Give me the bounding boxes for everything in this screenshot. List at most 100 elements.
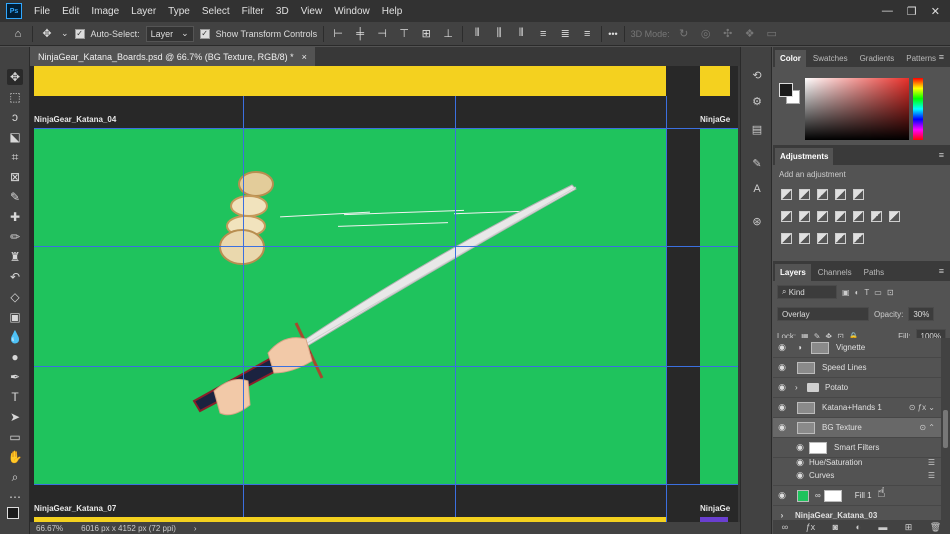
eye-icon[interactable]: ◉ [773, 422, 791, 433]
hue-saturation-icon[interactable] [799, 211, 810, 222]
close-tab-icon[interactable]: × [302, 52, 307, 62]
menu-help[interactable]: Help [376, 6, 409, 17]
menu-view[interactable]: View [295, 6, 329, 17]
new-layer-icon[interactable]: ⊞ [905, 522, 913, 533]
distribute-center-icon[interactable]: ⫼ [491, 26, 507, 42]
right-artboard[interactable] [700, 128, 740, 484]
libraries-panel-icon[interactable]: ▤ [749, 121, 765, 137]
guide-vertical[interactable] [455, 96, 456, 522]
filter-row[interactable]: ◉ Curves ☰ [773, 466, 941, 486]
dodge-tool-icon[interactable]: ● [7, 349, 23, 365]
align-left-icon[interactable]: ⊢ [330, 26, 346, 42]
healing-brush-tool-icon[interactable]: ✚ [7, 209, 23, 225]
layer-mask-thumbnail[interactable] [823, 489, 842, 502]
blur-tool-icon[interactable]: 💧 [7, 329, 23, 345]
move-tool-icon[interactable]: ✥ [7, 69, 23, 85]
gradient-map-triangle-icon[interactable] [853, 189, 864, 200]
align-center-icon[interactable]: ╪ [352, 26, 368, 42]
chevron-right-icon[interactable]: › [773, 511, 791, 520]
filter-shape-icon[interactable]: ▭ [874, 288, 882, 297]
posterize-icon[interactable] [799, 233, 810, 244]
distribute-top-icon[interactable]: ≡ [535, 26, 551, 42]
layer-name[interactable]: Speed Lines [822, 363, 866, 372]
black-white-icon[interactable] [835, 211, 846, 222]
close-button[interactable]: ✕ [931, 5, 940, 18]
eye-icon[interactable]: ◉ [773, 342, 791, 353]
link-layers-icon[interactable]: ∞ [782, 522, 788, 532]
properties-panel-icon[interactable]: ⚙ [749, 93, 765, 109]
threshold-icon[interactable] [817, 233, 828, 244]
guide-horizontal[interactable] [34, 484, 740, 485]
panel-menu-icon[interactable]: ≡ [939, 266, 944, 276]
tab-patterns[interactable]: Patterns [901, 50, 941, 67]
kind-filter-dropdown[interactable]: ⌕ Kind [777, 285, 837, 299]
tab-color[interactable]: Color [775, 50, 806, 67]
eye-icon[interactable]: ◉ [773, 362, 791, 373]
tab-gradients[interactable]: Gradients [855, 50, 900, 67]
menu-type[interactable]: Type [162, 6, 196, 17]
type-tool-icon[interactable]: T [7, 389, 23, 405]
distribute-bottom-icon[interactable]: ≡ [579, 26, 595, 42]
gradient-tool-icon[interactable]: ▣ [7, 309, 23, 325]
gradient-map-icon[interactable] [853, 233, 864, 244]
hand-tool-icon[interactable]: ✋ [7, 449, 23, 465]
guide-horizontal[interactable] [34, 246, 740, 247]
new-group-icon[interactable]: ▬ [878, 522, 887, 532]
layer-row[interactable]: ◉ ◑ Vignette [773, 338, 941, 358]
panel-menu-icon[interactable]: ≡ [939, 52, 944, 62]
auto-select-dropdown[interactable]: Layer ⌄ [145, 25, 194, 42]
align-right-icon[interactable]: ⊣ [374, 26, 390, 42]
layer-name[interactable]: Katana+Hands 1 [822, 403, 882, 412]
smart-object-icon[interactable]: ⊙ ⌃ [919, 423, 941, 432]
filter-options-icon[interactable]: ☰ [928, 471, 941, 480]
menu-layer[interactable]: Layer [125, 6, 162, 17]
status-arrow-icon[interactable]: › [194, 524, 197, 533]
artboard-label[interactable]: NinjaGear_Katana_04 [34, 115, 116, 124]
new-adjustment-icon[interactable]: ◐ [855, 522, 860, 532]
hue-slider[interactable] [913, 78, 923, 140]
eraser-tool-icon[interactable]: ◇ [7, 289, 23, 305]
layer-thumbnail[interactable] [797, 361, 815, 374]
foreground-background-swatch[interactable] [7, 507, 25, 525]
channel-mixer-icon[interactable] [871, 211, 882, 222]
distribute-middle-icon[interactable]: ≣ [557, 26, 573, 42]
layer-name[interactable]: Potato [825, 383, 848, 392]
color-field[interactable] [805, 78, 909, 140]
foreground-color-swatch[interactable] [779, 83, 793, 97]
tab-swatches[interactable]: Swatches [808, 50, 853, 67]
eye-icon[interactable]: ◉ [791, 470, 809, 481]
marquee-tool-icon[interactable]: ⬚ [7, 89, 23, 105]
eye-icon[interactable]: ◉ [773, 382, 791, 393]
filter-pixel-icon[interactable]: ▣ [842, 288, 850, 297]
fill-color-thumbnail[interactable] [797, 489, 809, 502]
color-swatches[interactable] [779, 83, 801, 105]
layer-row[interactable]: ◉ Speed Lines [773, 358, 941, 378]
align-middle-icon[interactable]: ⊞ [418, 26, 434, 42]
guide-vertical[interactable] [243, 96, 244, 522]
menu-3d[interactable]: 3D [270, 6, 295, 17]
history-panel-icon[interactable]: ⟲ [749, 67, 765, 83]
layer-name[interactable]: Fill 1 [855, 491, 872, 500]
menu-image[interactable]: Image [85, 6, 125, 17]
distribute-left-icon[interactable]: ⫴ [469, 26, 485, 42]
guide-horizontal[interactable] [34, 366, 740, 367]
layer-mask-thumbnail[interactable] [811, 341, 829, 354]
filter-smart-icon[interactable]: ⊡ [887, 288, 894, 297]
layer-row[interactable]: ◉ Katana+Hands 1 ⊙ ƒx ⌄ [773, 398, 941, 418]
tab-adjustments[interactable]: Adjustments [775, 148, 834, 165]
align-bottom-icon[interactable]: ⊥ [440, 26, 456, 42]
tab-paths[interactable]: Paths [859, 264, 889, 281]
filter-type-icon[interactable]: T [864, 288, 869, 297]
add-mask-icon[interactable]: ◙ [833, 522, 838, 532]
layers-scrollbar[interactable] [941, 338, 950, 520]
minimize-button[interactable]: — [882, 5, 893, 18]
exposure-icon[interactable] [835, 189, 846, 200]
navigator-panel-icon[interactable]: ⊛ [749, 213, 765, 229]
menu-file[interactable]: File [28, 6, 56, 17]
layer-row-selected[interactable]: ◉ BG Texture ⊙ ⌃ [773, 418, 941, 438]
menu-select[interactable]: Select [196, 6, 236, 17]
stamp-tool-icon[interactable]: ♜ [7, 249, 23, 265]
chevron-right-icon[interactable]: › [795, 383, 807, 392]
invert-icon[interactable] [781, 233, 792, 244]
brush-tool-icon[interactable]: ✏ [7, 229, 23, 245]
